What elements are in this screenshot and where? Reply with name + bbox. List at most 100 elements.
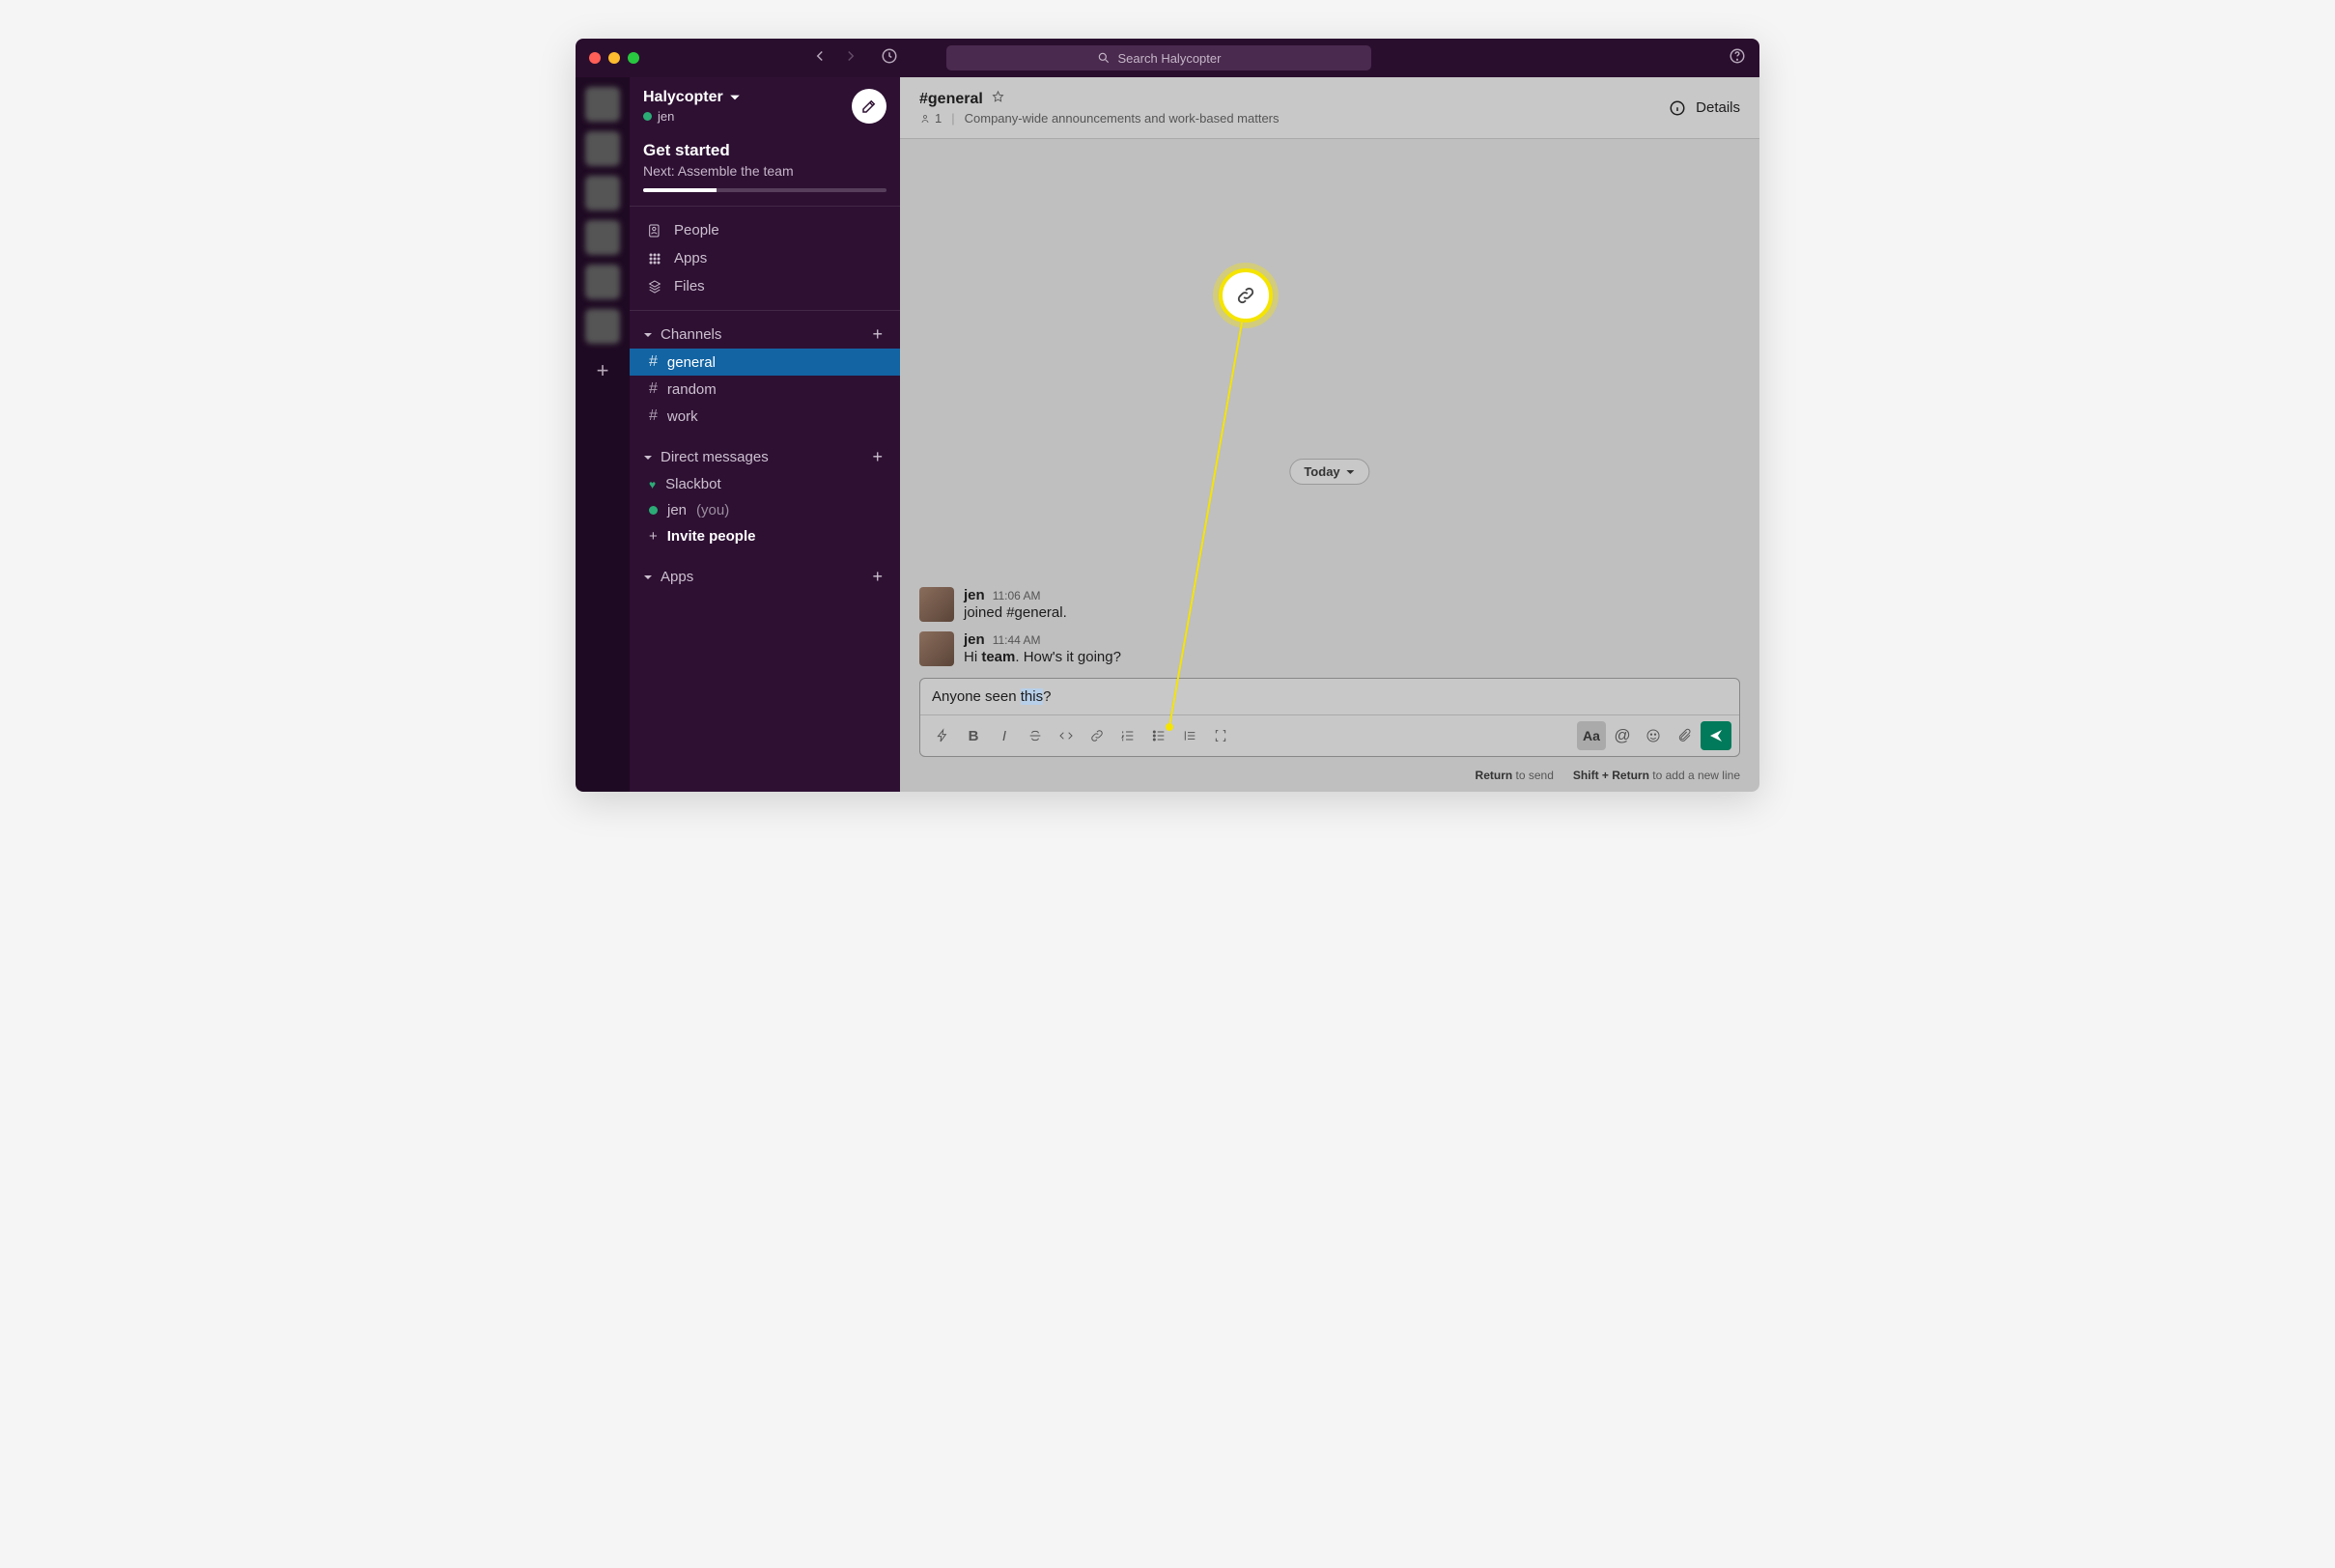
attach-button[interactable] — [1670, 721, 1699, 750]
code-button[interactable] — [1052, 721, 1081, 750]
add-app-button[interactable]: + — [868, 567, 886, 587]
sidebar-item-files[interactable]: Files — [630, 272, 900, 300]
blockquote-icon — [1182, 728, 1197, 743]
sidebar-item-apps[interactable]: Apps — [630, 244, 900, 272]
search-icon — [1097, 51, 1111, 65]
dm-item-self[interactable]: jen (you) — [630, 497, 900, 523]
help-button[interactable] — [1729, 47, 1746, 70]
dm-item-slackbot[interactable]: ♥ Slackbot — [630, 471, 900, 497]
search-input[interactable]: Search Halycopter — [946, 45, 1371, 70]
message-row[interactable]: jen 11:44 AM Hi team. How's it going? — [919, 631, 1740, 666]
search-placeholder: Search Halycopter — [1118, 51, 1222, 66]
mention-button[interactable]: @ — [1608, 721, 1637, 750]
send-button[interactable] — [1701, 721, 1731, 750]
channel-header: #general 1 | Company-wide announcements … — [900, 77, 1759, 139]
channel-name[interactable]: #general — [919, 91, 983, 108]
strikethrough-icon — [1027, 728, 1043, 743]
italic-button[interactable]: I — [990, 721, 1019, 750]
emoji-button[interactable] — [1639, 721, 1668, 750]
get-started-progress — [643, 188, 886, 192]
channel-topic[interactable]: Company-wide announcements and work-base… — [965, 111, 1280, 126]
chevron-down-icon — [1346, 467, 1356, 477]
formatting-toggle-button[interactable]: Aa — [1577, 721, 1606, 750]
message-row[interactable]: jen 11:06 AM joined #general. — [919, 587, 1740, 622]
compose-button[interactable] — [852, 89, 886, 124]
sidebar-item-people[interactable]: People — [630, 216, 900, 244]
ordered-list-button[interactable] — [1113, 721, 1142, 750]
avatar[interactable] — [919, 631, 954, 666]
members-count[interactable]: 1 — [919, 111, 942, 126]
workspace-icon[interactable] — [585, 220, 620, 255]
link-button[interactable] — [1083, 721, 1111, 750]
message-time: 11:06 AM — [993, 589, 1041, 602]
channels-section-header[interactable]: Channels + — [630, 321, 900, 349]
codeblock-button[interactable] — [1206, 721, 1235, 750]
heart-icon: ♥ — [649, 478, 656, 491]
workspace-name-button[interactable]: Halycopter — [643, 89, 741, 106]
add-channel-button[interactable]: + — [868, 324, 886, 345]
channel-item-general[interactable]: # general — [630, 349, 900, 376]
shortcuts-button[interactable] — [928, 721, 957, 750]
message-author[interactable]: jen — [964, 587, 985, 603]
channel-item-random[interactable]: # random — [630, 376, 900, 403]
workspace-icon[interactable] — [585, 176, 620, 210]
minimize-window-icon[interactable] — [608, 52, 620, 64]
details-button[interactable]: Details — [1669, 99, 1740, 117]
paperclip-icon — [1676, 728, 1692, 743]
message-time: 11:44 AM — [993, 633, 1041, 647]
workspace-icon[interactable] — [585, 309, 620, 344]
sidebar: Halycopter jen Get started Next: Assembl… — [630, 77, 900, 792]
add-workspace-button[interactable]: + — [585, 353, 620, 388]
lightning-icon — [935, 728, 950, 743]
emoji-icon — [1646, 728, 1661, 743]
hash-icon: # — [649, 407, 658, 425]
bullet-list-button[interactable] — [1144, 721, 1173, 750]
apps-grid-icon — [647, 251, 662, 266]
window-controls[interactable] — [589, 52, 639, 64]
get-started-card[interactable]: Get started Next: Assemble the team — [630, 131, 900, 207]
message-author[interactable]: jen — [964, 631, 985, 648]
you-label: (you) — [696, 502, 729, 518]
caret-down-icon — [643, 573, 653, 582]
dm-section-header[interactable]: Direct messages + — [630, 443, 900, 471]
invite-people-button[interactable]: + Invite people — [630, 523, 900, 549]
plus-icon: + — [649, 528, 658, 545]
workspace-name-label: Halycopter — [643, 89, 723, 106]
avatar[interactable] — [919, 587, 954, 622]
workspace-icon[interactable] — [585, 87, 620, 122]
composer-hints: Return to send Shift + Return to add a n… — [900, 763, 1759, 792]
maximize-window-icon[interactable] — [628, 52, 639, 64]
files-icon — [647, 279, 662, 294]
workspace-icon[interactable] — [585, 131, 620, 166]
blockquote-button[interactable] — [1175, 721, 1204, 750]
message-composer[interactable]: Anyone seen this? B I Aa — [919, 678, 1740, 757]
apps-section-header[interactable]: Apps + — [630, 563, 900, 591]
composer-toolbar: B I Aa @ — [920, 714, 1739, 756]
send-icon — [1708, 728, 1724, 743]
caret-down-icon — [643, 330, 653, 340]
person-icon — [919, 113, 931, 125]
back-button[interactable] — [811, 47, 829, 70]
info-icon — [1669, 99, 1686, 117]
hash-icon: # — [649, 380, 658, 398]
date-divider[interactable]: Today — [1289, 459, 1369, 485]
star-channel-button[interactable] — [991, 90, 1005, 109]
workspace-icon[interactable] — [585, 265, 620, 299]
message-list[interactable]: Today jen 11:06 AM joined #general. — [900, 139, 1759, 678]
people-icon — [647, 223, 662, 238]
caret-down-icon — [643, 453, 653, 462]
close-window-icon[interactable] — [589, 52, 601, 64]
selected-text: this — [1021, 688, 1043, 705]
forward-button[interactable] — [842, 47, 859, 70]
add-dm-button[interactable]: + — [868, 447, 886, 467]
message-text: joined #general. — [964, 604, 1740, 621]
history-button[interactable] — [881, 47, 898, 70]
get-started-next: Next: Assemble the team — [643, 163, 886, 179]
workspace-rail: + — [576, 77, 630, 792]
bold-button[interactable]: B — [959, 721, 988, 750]
current-user: jen — [643, 109, 741, 124]
strikethrough-button[interactable] — [1021, 721, 1050, 750]
channel-item-work[interactable]: # work — [630, 403, 900, 430]
composer-input[interactable]: Anyone seen this? — [920, 679, 1739, 714]
get-started-title: Get started — [643, 141, 886, 160]
